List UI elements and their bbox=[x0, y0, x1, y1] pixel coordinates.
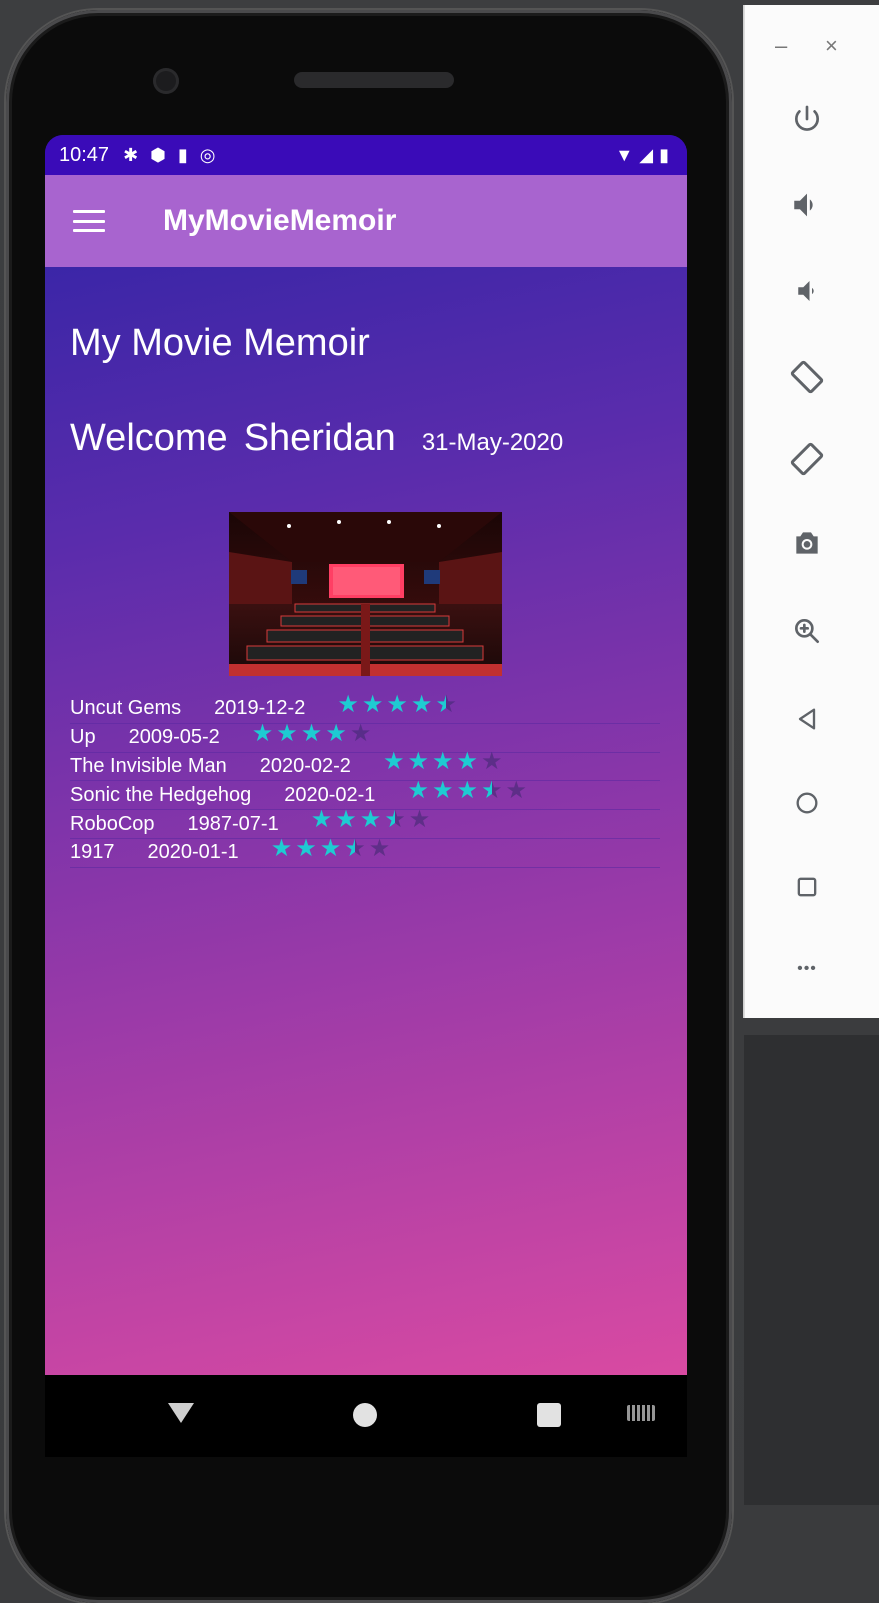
overview-icon[interactable] bbox=[781, 861, 833, 913]
movie-title: Up bbox=[70, 726, 96, 749]
star-icon: ★ bbox=[270, 834, 293, 862]
list-item[interactable]: 1917 2020-01-1 ★ ★ ★ ★ ★ bbox=[70, 834, 660, 868]
movie-date: 2009-05-2 bbox=[128, 726, 220, 749]
rating-stars: ★ ★ ★ ★ ★ bbox=[407, 777, 528, 805]
app-bar: MyMovieMemoir bbox=[45, 175, 687, 267]
menu-icon[interactable] bbox=[73, 210, 105, 232]
rating-stars: ★ ★ ★ ★ ★ bbox=[337, 690, 457, 718]
list-item[interactable]: The Invisible Man 2020-02-2 ★ ★ ★ ★ ★ bbox=[70, 750, 660, 782]
movie-date: 2020-02-1 bbox=[284, 783, 376, 806]
star-icon: ★ bbox=[456, 748, 478, 776]
movie-title: 1917 bbox=[70, 841, 115, 864]
status-time: 10:47 bbox=[59, 143, 110, 166]
star-icon: ★ bbox=[431, 777, 454, 805]
app-title: MyMovieMemoir bbox=[163, 204, 397, 237]
star-icon: ★ bbox=[359, 806, 382, 834]
movie-title: The Invisible Man bbox=[70, 754, 227, 777]
settings-icon: ✱ bbox=[123, 144, 139, 165]
star-icon: ★ bbox=[319, 834, 342, 862]
star-icon: ★ bbox=[456, 777, 478, 805]
navigation-bar bbox=[45, 1375, 687, 1457]
minimize-button[interactable]: – bbox=[775, 33, 787, 59]
star-icon: ★ bbox=[300, 719, 323, 747]
movie-date: 2020-01-1 bbox=[147, 841, 239, 864]
device-screen: 10:47 ✱ ⬢ ▮ ◎ ▼ ◢ ▮ MyMovieMemoir My Mov… bbox=[45, 135, 687, 1375]
volume-down-icon[interactable] bbox=[781, 265, 833, 317]
rating-stars: ★ ★ ★ ★ ★ bbox=[383, 750, 503, 774]
battery-icon: ▮ bbox=[659, 144, 669, 165]
signal-icon: ◢ bbox=[639, 144, 654, 165]
cinema-illustration bbox=[229, 512, 502, 676]
emulator-toolbar: – × ••• bbox=[744, 5, 879, 1018]
star-icon: ★ bbox=[368, 834, 391, 862]
star-icon: ★ bbox=[408, 806, 431, 834]
movie-date: 2019-12-2 bbox=[214, 697, 306, 720]
earpiece-speaker bbox=[294, 72, 454, 88]
movie-list: Uncut Gems 2019-12-2 ★★★★★ Up 2009-05-2 … bbox=[70, 690, 660, 868]
star-icon: ★ bbox=[505, 777, 528, 805]
star-icon: ★ bbox=[481, 779, 503, 804]
star-icon: ★ bbox=[361, 690, 384, 718]
rotate-right-icon[interactable] bbox=[781, 433, 833, 485]
user-name: Sheridan bbox=[243, 417, 396, 459]
status-bar: 10:47 ✱ ⬢ ▮ ◎ ▼ ◢ ▮ bbox=[45, 135, 687, 175]
zoom-icon[interactable] bbox=[781, 605, 833, 657]
wifi-icon: ▼ bbox=[615, 144, 634, 165]
data-saver-icon: ◎ bbox=[199, 144, 216, 165]
movie-title: RoboCop bbox=[70, 812, 155, 835]
star-icon: ★ bbox=[435, 692, 457, 717]
movie-date: 2020-02-2 bbox=[259, 754, 351, 777]
rating-stars: ★ ★ ★ ★ ★ bbox=[251, 719, 372, 747]
movie-title: Sonic the Hedgehog bbox=[70, 783, 252, 806]
list-item[interactable]: Up 2009-05-2 ★ ★ ★ ★ ★ bbox=[70, 719, 660, 753]
rating-stars: ★ ★ ★ ★ ★ bbox=[310, 806, 431, 834]
home-icon[interactable] bbox=[781, 777, 833, 829]
close-button[interactable]: × bbox=[825, 33, 838, 59]
star-icon: ★ bbox=[325, 719, 347, 747]
power-icon[interactable] bbox=[781, 93, 833, 145]
star-icon: ★ bbox=[407, 777, 429, 805]
nav-recents-icon[interactable] bbox=[537, 1403, 561, 1427]
movie-title: Uncut Gems bbox=[70, 697, 182, 720]
star-icon: ★ bbox=[295, 834, 317, 862]
star-icon: ★ bbox=[386, 690, 408, 718]
star-icon: ★ bbox=[407, 748, 429, 776]
star-icon: ★ bbox=[410, 690, 433, 718]
star-icon: ★ bbox=[349, 719, 372, 747]
nav-back-icon[interactable] bbox=[168, 1403, 194, 1423]
star-icon: ★ bbox=[335, 806, 357, 834]
cinema-image bbox=[229, 512, 502, 676]
more-icon[interactable]: ••• bbox=[781, 943, 833, 995]
page-title: My Movie Memoir bbox=[70, 322, 370, 364]
status-right-icons: ▼ ◢ ▮ bbox=[615, 145, 669, 166]
keyboard-icon[interactable] bbox=[627, 1405, 655, 1421]
star-icon: ★ bbox=[251, 719, 274, 747]
volume-up-icon[interactable] bbox=[781, 179, 833, 231]
welcome-label: Welcome bbox=[70, 417, 228, 459]
nav-home-icon[interactable] bbox=[353, 1403, 377, 1427]
star-icon: ★ bbox=[310, 806, 333, 834]
star-icon: ★ bbox=[276, 719, 298, 747]
star-icon: ★ bbox=[384, 808, 406, 833]
star-icon: ★ bbox=[431, 748, 454, 776]
rating-stars: ★ ★ ★ ★ ★ bbox=[270, 834, 391, 862]
back-icon[interactable] bbox=[781, 693, 833, 745]
movie-date: 1987-07-1 bbox=[187, 812, 279, 835]
rotate-left-icon[interactable] bbox=[781, 351, 833, 403]
current-date: 31-May-2020 bbox=[421, 429, 564, 456]
star-icon: ★ bbox=[337, 690, 359, 718]
star-icon: ★ bbox=[344, 836, 366, 861]
sd-card-icon: ▮ bbox=[177, 144, 188, 165]
star-icon: ★ bbox=[382, 748, 405, 776]
desktop-panel bbox=[744, 1035, 879, 1505]
star-icon: ★ bbox=[481, 748, 503, 776]
desktop-panel-lower bbox=[744, 1505, 879, 1603]
shield-icon: ⬢ bbox=[150, 144, 166, 165]
camera-icon[interactable] bbox=[781, 517, 833, 569]
welcome-line: Welcome Sheridan 31-May-2020 bbox=[70, 417, 563, 460]
front-camera bbox=[153, 68, 179, 94]
